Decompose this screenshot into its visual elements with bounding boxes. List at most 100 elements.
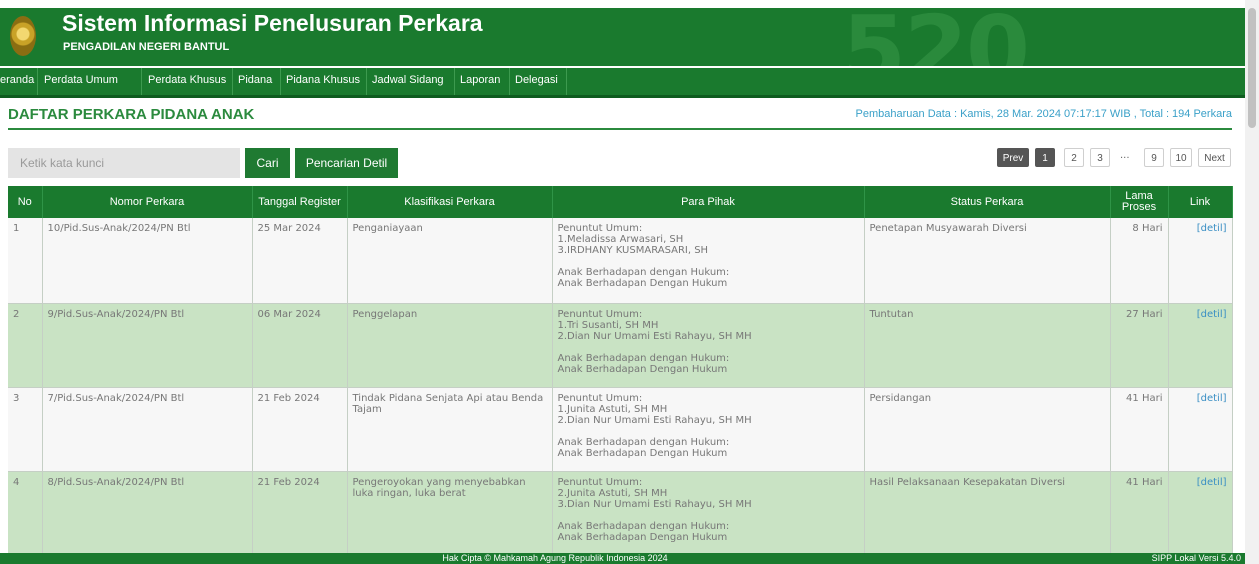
header-backdrop-number: 520	[842, 8, 1030, 66]
detil-link[interactable]: [detil]	[1197, 477, 1227, 488]
nav-divider	[366, 68, 367, 95]
cell-no: 1	[8, 218, 43, 304]
pagination-ellipsis: ...	[1120, 150, 1130, 161]
cell-status: Hasil Pelaksanaan Kesepakatan Diversi	[864, 471, 1111, 556]
page-title: DAFTAR PERKARA PIDANA ANAK	[8, 106, 255, 123]
cell-link: [detil]	[1168, 387, 1233, 472]
nav-item-delegasi[interactable]: Delegasi	[515, 68, 558, 95]
cell-status: Penetapan Musyawarah Diversi	[864, 218, 1111, 304]
nav-item-perdata-khusus[interactable]: Perdata Khusus	[148, 68, 226, 95]
nav-divider	[37, 68, 38, 95]
page: 520 Sistem Informasi Penelusuran Perkara…	[0, 0, 1259, 564]
pagination-page-2[interactable]: 2	[1064, 148, 1084, 167]
col-header-klasifikasi: Klasifikasi Perkara	[347, 186, 553, 218]
scrollbar-thumb[interactable]	[1248, 8, 1256, 128]
table-row: 3 7/Pid.Sus-Anak/2024/PN Btl 21 Feb 2024…	[8, 387, 1233, 472]
pihak-line: Anak Berhadapan dengan Hukum:	[557, 352, 730, 364]
pihak-line: Penuntut Umum:	[557, 308, 643, 320]
court-name: PENGADILAN NEGERI BANTUL	[63, 41, 230, 53]
cell-para-pihak: Penuntut Umum: 1.Meladissa Arwasari, SH …	[552, 218, 865, 304]
cell-link: [detil]	[1168, 471, 1233, 556]
search-button[interactable]: Cari	[245, 148, 290, 178]
cell-lama-proses: 27 Hari	[1110, 303, 1169, 388]
pihak-line	[558, 256, 859, 267]
pagination-page-3[interactable]: 3	[1090, 148, 1110, 167]
nav-item-pidana-khusus[interactable]: Pidana Khusus	[286, 68, 360, 95]
pihak-line: 2.Dian Nur Umami Esti Rahayu, SH MH	[557, 330, 752, 342]
court-logo-icon	[10, 16, 36, 56]
col-header-para-pihak: Para Pihak	[552, 186, 865, 218]
nav-divider	[454, 68, 455, 95]
pihak-line	[558, 510, 859, 521]
cell-link: [detil]	[1168, 218, 1233, 304]
detil-link[interactable]: [detil]	[1197, 393, 1227, 404]
page-scrollbar[interactable]	[1245, 0, 1259, 564]
cell-klasifikasi: Tindak Pidana Senjata Api atau Benda Taj…	[347, 387, 553, 472]
pagination-next-button[interactable]: Next	[1198, 148, 1231, 167]
nav-item-perdata-umum[interactable]: Perdata Umum	[44, 68, 118, 95]
cell-status: Persidangan	[864, 387, 1111, 472]
col-header-link: Link	[1168, 186, 1233, 218]
search-input[interactable]	[8, 148, 240, 178]
update-info: Pembaharuan Data : Kamis, 28 Mar. 2024 0…	[855, 108, 1232, 120]
pihak-line: Anak Berhadapan Dengan Hukum	[557, 278, 728, 289]
nav-divider	[141, 68, 142, 95]
site-header: 520 Sistem Informasi Penelusuran Perkara…	[0, 8, 1245, 66]
pihak-line: 2.Junita Astuti, SH MH	[557, 487, 668, 499]
detil-link[interactable]: [detil]	[1197, 309, 1227, 320]
pihak-line: 1.Junita Astuti, SH MH	[557, 403, 668, 415]
table-row: 1 10/Pid.Sus-Anak/2024/PN Btl 25 Mar 202…	[8, 218, 1233, 304]
pihak-line: Penuntut Umum:	[557, 392, 643, 404]
nav-item-jadwal-sidang[interactable]: Jadwal Sidang	[372, 68, 444, 95]
cell-lama-proses: 41 Hari	[1110, 387, 1169, 472]
pihak-line: Anak Berhadapan Dengan Hukum	[557, 531, 728, 543]
cell-nomor-perkara: 9/Pid.Sus-Anak/2024/PN Btl	[42, 303, 253, 388]
col-header-tanggal-register: Tanggal Register	[252, 186, 348, 218]
pihak-line: Penuntut Umum:	[557, 223, 643, 234]
footer-version: SIPP Lokal Versi 5.4.0	[1151, 553, 1241, 563]
app-title: Sistem Informasi Penelusuran Perkara	[62, 10, 483, 36]
pihak-line: 1.Meladissa Arwasari, SH	[557, 234, 684, 245]
cell-klasifikasi: Pengeroyokan yang menyebabkan luka ringa…	[347, 471, 553, 556]
pihak-line: Anak Berhadapan dengan Hukum:	[557, 267, 730, 278]
pagination-page-10[interactable]: 10	[1170, 148, 1192, 167]
cell-para-pihak: Penuntut Umum: 1.Junita Astuti, SH MH 2.…	[552, 387, 865, 472]
cell-nomor-perkara: 10/Pid.Sus-Anak/2024/PN Btl	[42, 218, 253, 304]
pagination-page-1[interactable]: 1	[1035, 148, 1055, 167]
cell-no: 4	[8, 471, 43, 556]
nav-item-pidana[interactable]: Pidana	[238, 68, 272, 95]
pagination-prev-button[interactable]: Prev	[997, 148, 1029, 167]
nav-divider	[232, 68, 233, 95]
pihak-line: 3.IRDHANY KUSMARASARI, SH	[557, 245, 709, 256]
table-row: 4 8/Pid.Sus-Anak/2024/PN Btl 21 Feb 2024…	[8, 471, 1233, 556]
nav-item-laporan[interactable]: Laporan	[460, 68, 500, 95]
cell-link: [detil]	[1168, 303, 1233, 388]
pihak-line: Anak Berhadapan dengan Hukum:	[557, 436, 730, 448]
page-footer: Hak Cipta © Mahkamah Agung Republik Indo…	[0, 553, 1245, 564]
cell-lama-proses: 41 Hari	[1110, 471, 1169, 556]
pihak-line: 2.Dian Nur Umami Esti Rahayu, SH MH	[557, 414, 752, 426]
advanced-search-button[interactable]: Pencarian Detil	[295, 148, 398, 178]
cell-klasifikasi: Penggelapan	[347, 303, 553, 388]
pihak-line: Anak Berhadapan Dengan Hukum	[557, 363, 728, 375]
col-header-status: Status Perkara	[864, 186, 1111, 218]
cell-para-pihak: Penuntut Umum: 1.Tri Susanti, SH MH 2.Di…	[552, 303, 865, 388]
cell-no: 2	[8, 303, 43, 388]
table-header-row: No Nomor Perkara Tanggal Register Klasif…	[8, 186, 1233, 218]
col-header-no: No	[8, 186, 43, 218]
case-table: No Nomor Perkara Tanggal Register Klasif…	[8, 186, 1233, 556]
col-header-nomor-perkara: Nomor Perkara	[42, 186, 253, 218]
col-header-lama-proses: Lama Proses	[1110, 186, 1169, 218]
pihak-line: 1.Tri Susanti, SH MH	[557, 319, 659, 331]
detil-link[interactable]: [detil]	[1197, 223, 1227, 234]
nav-item-beranda[interactable]: eranda	[0, 68, 34, 95]
pagination-page-9[interactable]: 9	[1144, 148, 1164, 167]
cell-no: 3	[8, 387, 43, 472]
cell-nomor-perkara: 7/Pid.Sus-Anak/2024/PN Btl	[42, 387, 253, 472]
nav-divider	[566, 68, 567, 95]
cell-nomor-perkara: 8/Pid.Sus-Anak/2024/PN Btl	[42, 471, 253, 556]
cell-lama-proses: 8 Hari	[1110, 218, 1169, 304]
pihak-line	[558, 426, 859, 437]
footer-copyright: Hak Cipta © Mahkamah Agung Republik Indo…	[442, 553, 668, 563]
nav-divider	[280, 68, 281, 95]
